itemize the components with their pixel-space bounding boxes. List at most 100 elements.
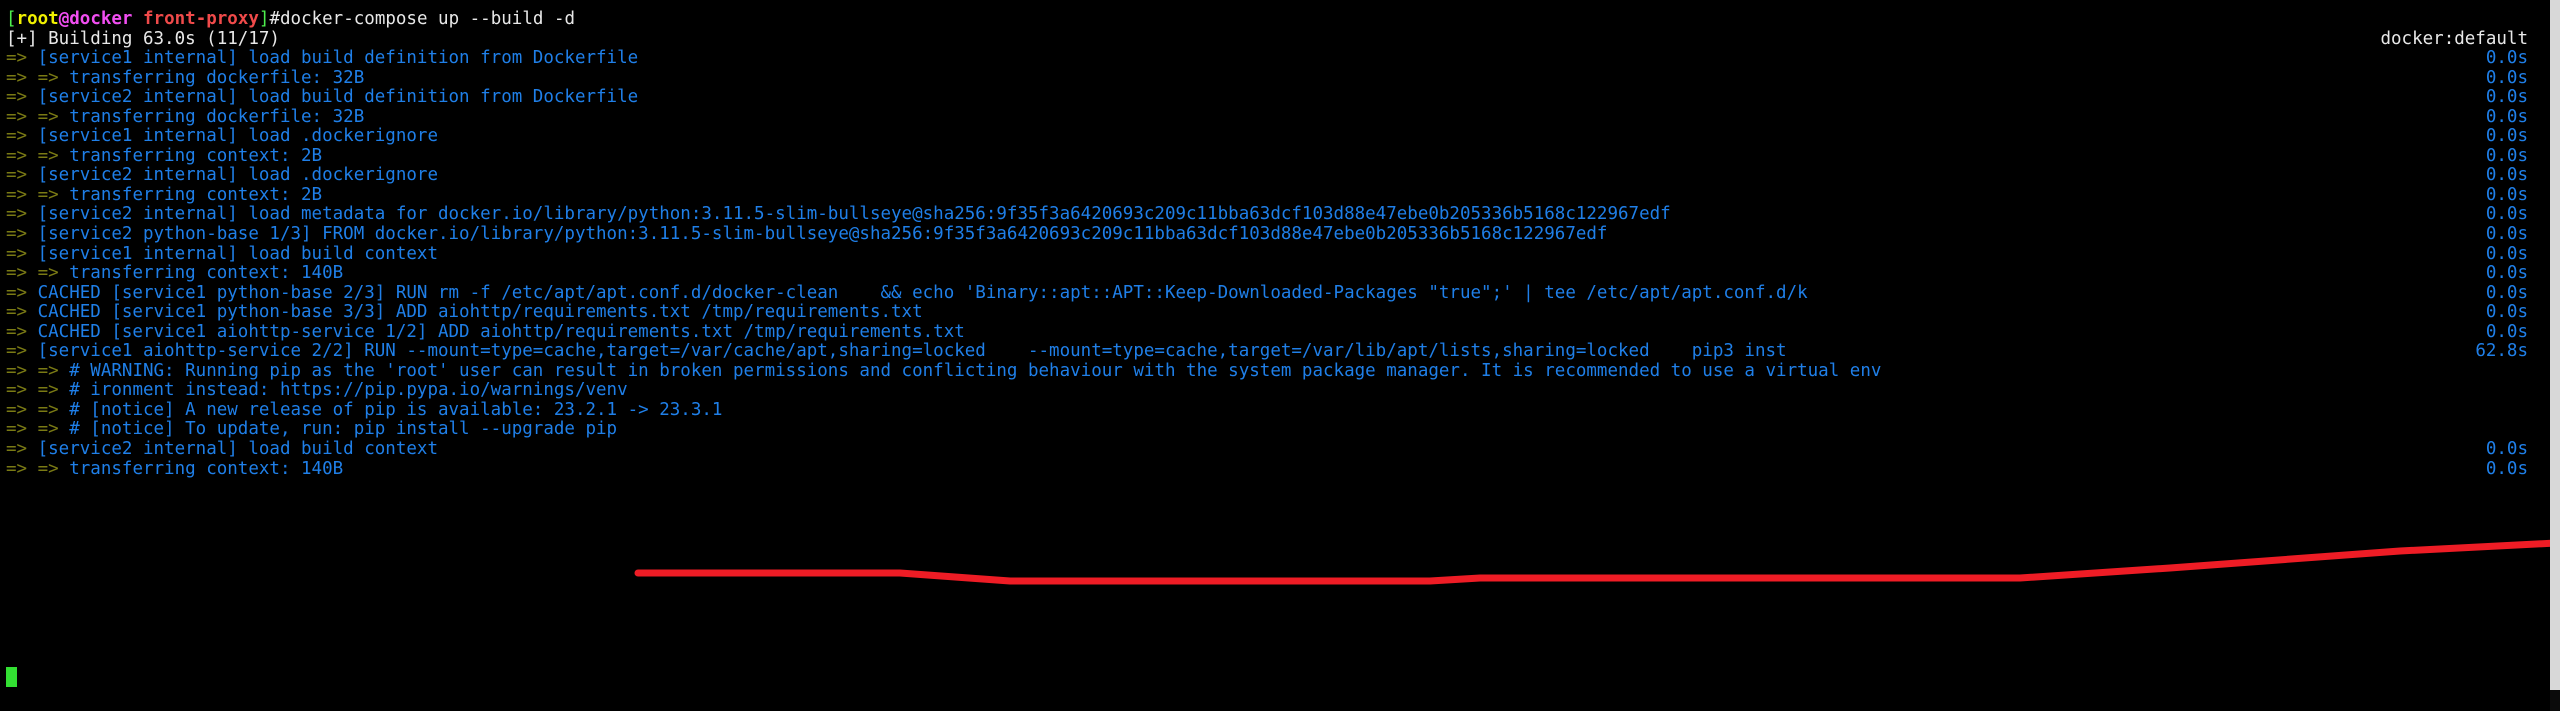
step-arrow-marker: =>: [6, 302, 28, 323]
step-duration: 0.0s: [2485, 439, 2528, 460]
step-text: [service1 internal] load build context: [27, 243, 438, 264]
step-text: CACHED [service1 python-base 2/3] RUN rm…: [27, 282, 1808, 303]
step-arrow-marker: => =>: [6, 106, 59, 127]
step-duration: 0.0s: [2485, 145, 2528, 166]
vertical-scrollbar[interactable]: [2550, 0, 2560, 711]
step-text: [service1 aiohttp-service 2/2] RUN --mou…: [27, 341, 1787, 362]
step-duration: 0.0s: [2485, 321, 2528, 342]
step-duration: 0.0s: [2485, 126, 2528, 147]
step-duration: 0.0s: [2485, 243, 2528, 264]
step-text: [service2 internal] load .dockerignore: [27, 165, 438, 186]
step-text: CACHED [service1 python-base 3/3] ADD ai…: [27, 302, 923, 323]
step-arrow-marker: => =>: [6, 263, 59, 284]
prompt-user: root: [16, 9, 59, 29]
builder-name: docker:default: [2380, 28, 2528, 49]
step-arrow-marker: =>: [6, 87, 28, 108]
step-text: # WARNING: Running pip as the 'root' use…: [58, 360, 1882, 381]
step-text: [service2 internal] load build definitio…: [27, 87, 639, 108]
step-arrow-marker: => =>: [6, 184, 59, 205]
terminal-window[interactable]: [root@docker front-proxy]#docker-compose…: [0, 0, 2560, 711]
step-arrow-marker: =>: [6, 165, 28, 186]
step-text: transferring dockerfile: 32B: [58, 106, 365, 127]
step-text: transferring context: 2B: [58, 145, 323, 166]
scrollbar-thumb[interactable]: [2550, 0, 2560, 690]
build-step-line: => => transferring dockerfile: 32B 0.0s: [6, 67, 2550, 89]
red-underline-stroke: [634, 539, 2560, 585]
build-step-line: => [service2 python-base 1/3] FROM docke…: [6, 224, 2550, 245]
step-text: transferring dockerfile: 32B: [58, 67, 365, 88]
prompt-host: docker: [69, 9, 133, 29]
build-step-line: => [service2 internal] load metadata for…: [6, 205, 2550, 225]
step-text: [service2 internal] load build context: [27, 439, 438, 460]
step-text: [service2 python-base 1/3] FROM docker.i…: [27, 224, 1608, 245]
terminal-screen: [root@docker front-proxy]#docker-compose…: [6, 9, 2550, 479]
build-step-line: => => transferring context: 2B 0.0s: [6, 145, 2550, 167]
step-arrow-marker: => =>: [6, 145, 59, 166]
step-duration: 0.0s: [2485, 204, 2528, 225]
step-arrow-marker: => =>: [6, 399, 59, 420]
step-text: [service1 internal] load .dockerignore: [27, 126, 438, 147]
build-step-line: => [service2 internal] load build contex…: [6, 439, 2550, 460]
build-header-text: [+] Building 63.0s (11/17): [6, 28, 280, 49]
step-duration: 0.0s: [2485, 263, 2528, 284]
build-step-line: => [service2 internal] load .dockerignor…: [6, 166, 2550, 186]
step-arrow-marker: =>: [6, 48, 28, 69]
step-duration: 0.0s: [2485, 184, 2528, 205]
step-arrow-marker: =>: [6, 243, 28, 264]
step-duration: 0.0s: [2485, 165, 2528, 186]
build-step-line: => => transferring dockerfile: 32B 0.0s: [6, 106, 2550, 128]
prompt-line: [root@docker front-proxy]#docker-compose…: [6, 9, 2550, 30]
build-step-line: => CACHED [service1 aiohttp-service 1/2]…: [6, 321, 2550, 343]
build-step-line: => => # [notice] A new release of pip is…: [6, 399, 2550, 421]
step-text: # [notice] To update, run: pip install -…: [58, 419, 618, 440]
step-duration: 0.0s: [2485, 48, 2528, 69]
step-arrow-marker: =>: [6, 204, 28, 225]
build-step-line: => => # ironment instead: https://pip.py…: [6, 381, 2550, 401]
prompt-path: front-proxy: [143, 9, 259, 29]
step-duration: 0.0s: [2485, 67, 2528, 88]
step-text: transferring context: 140B: [58, 263, 344, 284]
step-arrow-marker: =>: [6, 126, 28, 147]
prompt-close-bracket: ]: [258, 9, 270, 29]
step-arrow-marker: =>: [6, 439, 28, 460]
step-arrow-marker: => =>: [6, 458, 59, 479]
build-step-line: => => # WARNING: Running pip as the 'roo…: [6, 360, 2550, 382]
build-step-line: => => transferring context: 2B 0.0s: [6, 184, 2550, 206]
step-duration: 0.0s: [2485, 302, 2528, 323]
build-step-line: => CACHED [service1 python-base 3/3] ADD…: [6, 302, 2550, 323]
build-header-line: [+] Building 63.0s (11/17) docker:default: [6, 28, 2550, 50]
terminal-cursor: [6, 667, 17, 687]
step-arrow-marker: => =>: [6, 67, 59, 88]
build-step-line: => => # [notice] To update, run: pip ins…: [6, 420, 2550, 440]
step-text: [service2 internal] load metadata for do…: [27, 204, 1671, 225]
build-step-line: => => transferring context: 140B 0.0s: [6, 263, 2550, 284]
step-text: [service1 internal] load build definitio…: [27, 48, 639, 69]
build-step-line: => [service2 internal] load build defini…: [6, 87, 2550, 108]
step-duration: 0.0s: [2485, 282, 2528, 303]
step-arrow-marker: =>: [6, 341, 28, 362]
build-step-list: => [service1 internal] load build defini…: [6, 48, 2550, 479]
step-text: # ironment instead: https://pip.pypa.io/…: [58, 380, 628, 401]
prompt-open-bracket: [: [6, 9, 17, 29]
build-step-line: => [service1 internal] load build contex…: [6, 243, 2550, 265]
step-text: CACHED [service1 aiohttp-service 1/2] AD…: [27, 321, 965, 342]
step-duration: 0.0s: [2485, 224, 2528, 245]
build-step-line: => CACHED [service1 python-base 2/3] RUN…: [6, 282, 2550, 304]
step-duration: 62.8s: [2475, 341, 2528, 362]
step-duration: 0.0s: [2485, 458, 2528, 479]
prompt-at-symbol: @: [58, 9, 70, 29]
build-step-line: => [service1 aiohttp-service 2/2] RUN --…: [6, 342, 2550, 362]
step-arrow-marker: => =>: [6, 380, 59, 401]
step-arrow-marker: =>: [6, 321, 28, 342]
step-text: transferring context: 140B: [58, 458, 344, 479]
step-text: # [notice] A new release of pip is avail…: [58, 399, 723, 420]
step-arrow-marker: => =>: [6, 360, 59, 381]
step-arrow-marker: =>: [6, 224, 28, 245]
step-duration: 0.0s: [2485, 87, 2528, 108]
step-arrow-marker: => =>: [6, 419, 59, 440]
prompt-command: #docker-compose up --build -d: [269, 9, 576, 29]
step-duration: 0.0s: [2485, 106, 2528, 127]
step-arrow-marker: =>: [6, 282, 28, 303]
build-step-line: => [service1 internal] load build defini…: [6, 48, 2550, 69]
